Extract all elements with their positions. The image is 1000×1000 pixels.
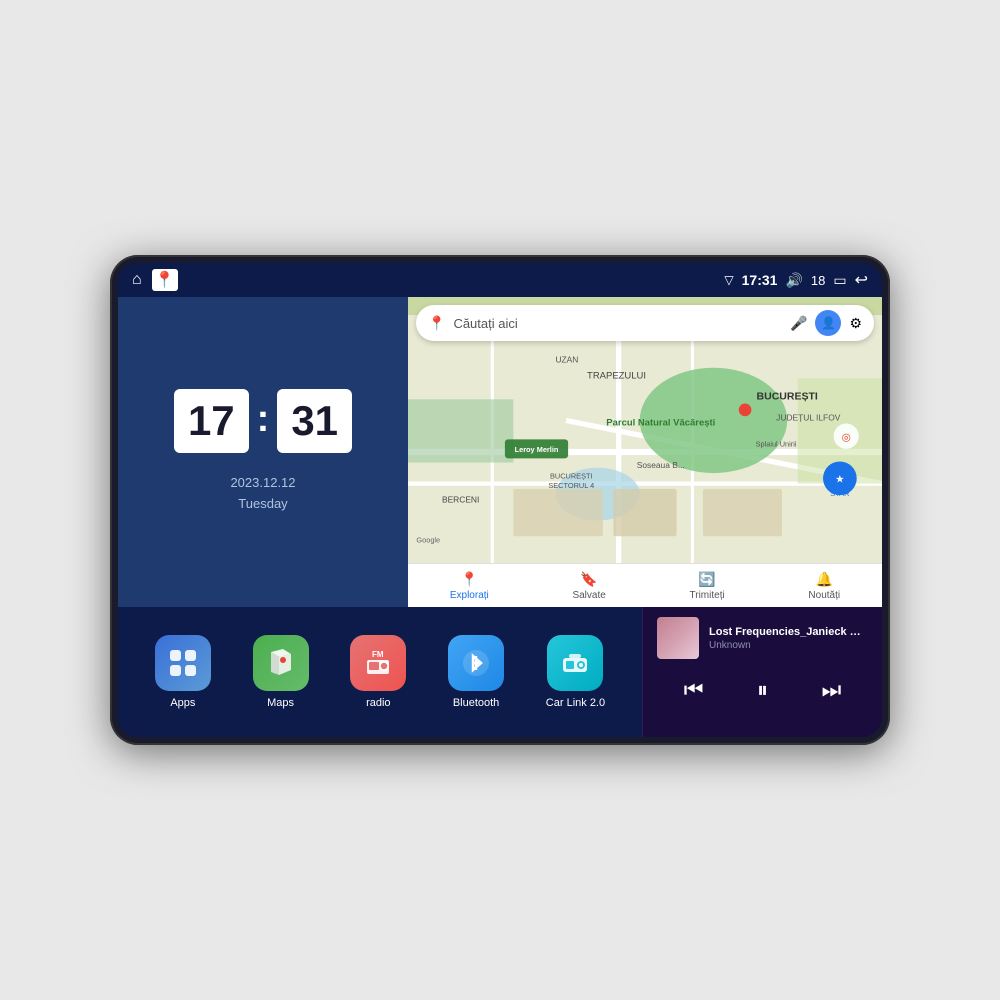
map-mic-icon[interactable]: 🎤 [790, 315, 807, 332]
svg-text:JUDEȚUL ILFOV: JUDEȚUL ILFOV [776, 412, 841, 422]
status-time: 17:31 [742, 272, 778, 288]
clock-colon: : [257, 398, 270, 441]
map-panel[interactable]: Parcul Natural Văcărești BUCUREȘTI JUDEȚ… [408, 297, 882, 607]
map-nav-noutati[interactable]: 🔔 Noutăți [808, 571, 840, 601]
day-value: Tuesday [230, 494, 295, 515]
apps-area: Apps Maps [118, 607, 642, 737]
svg-text:STAR: STAR [830, 489, 849, 498]
main-content: 17 : 31 2023.12.12 Tuesday [118, 297, 882, 737]
bottom-section: Apps Maps [118, 607, 882, 737]
svg-text:Parcul Natural Văcărești: Parcul Natural Văcărești [606, 418, 715, 429]
map-saved-icon: 🔖 [580, 571, 597, 588]
map-bottom-bar: 📍 Explorați 🔖 Salvate 🔄 Trimiteți � [408, 563, 882, 607]
music-info: Lost Frequencies_Janieck Devy-... Unknow… [657, 617, 868, 659]
next-button[interactable]: ⏭ [811, 673, 851, 707]
apps-label: Apps [170, 697, 195, 709]
radio-label: radio [366, 697, 390, 709]
map-share-icon: 🔄 [698, 571, 715, 588]
clock-panel: 17 : 31 2023.12.12 Tuesday [118, 297, 408, 607]
svg-text:★: ★ [835, 474, 845, 486]
svg-text:Soseaua B...: Soseaua B... [637, 460, 685, 470]
svg-text:BERCENI: BERCENI [442, 495, 479, 505]
svg-text:UZAN: UZAN [555, 354, 578, 364]
bluetooth-icon [448, 635, 504, 691]
svg-text:BUCUREȘTI: BUCUREȘTI [757, 390, 818, 402]
date-info: 2023.12.12 Tuesday [230, 473, 295, 515]
back-icon[interactable]: ↩ [855, 270, 868, 290]
volume-level: 18 [811, 273, 825, 288]
map-nav-salvate[interactable]: 🔖 Salvate [572, 571, 605, 601]
map-explore-icon: 📍 [461, 571, 478, 588]
app-item-apps[interactable]: Apps [155, 635, 211, 709]
volume-icon: 🔊 [785, 272, 802, 289]
maps-status-icon[interactable]: 📍 [152, 269, 178, 291]
play-pause-button[interactable]: ⏸ [747, 673, 778, 707]
music-player: Lost Frequencies_Janieck Devy-... Unknow… [642, 607, 882, 737]
car-head-unit: ⌂ 📍 ▽ 17:31 🔊 18 ▭ ↩ 17 : [110, 255, 890, 745]
svg-text:Splaiul Unirii: Splaiul Unirii [756, 440, 797, 449]
app-item-bluetooth[interactable]: Bluetooth [448, 635, 504, 709]
svg-text:BUCUREȘTI: BUCUREȘTI [550, 471, 593, 480]
maps-icon [253, 635, 309, 691]
svg-text:Google: Google [416, 536, 440, 545]
svg-text:FM: FM [372, 650, 384, 659]
music-title: Lost Frequencies_Janieck Devy-... [709, 626, 868, 638]
map-settings-icon[interactable]: ⚙ [849, 315, 862, 332]
bluetooth-label: Bluetooth [453, 697, 499, 709]
music-controls: ⏮ ⏸ ⏭ [657, 673, 868, 707]
svg-text:TRAPEZULUI: TRAPEZULUI [587, 370, 646, 381]
prev-button[interactable]: ⏮ [674, 673, 714, 707]
clock-minutes: 31 [277, 389, 352, 453]
status-bar: ⌂ 📍 ▽ 17:31 🔊 18 ▭ ↩ [118, 263, 882, 297]
apps-icon [155, 635, 211, 691]
map-nav-explorati[interactable]: 📍 Explorați [450, 571, 489, 601]
signal-icon: ▽ [724, 273, 733, 287]
maps-label: Maps [267, 697, 294, 709]
map-search-bar[interactable]: 📍 Căutați aici 🎤 👤 ⚙ [416, 305, 874, 341]
top-section: 17 : 31 2023.12.12 Tuesday [118, 297, 882, 607]
carlink-label: Car Link 2.0 [546, 697, 605, 709]
battery-icon: ▭ [833, 272, 846, 289]
map-nav-trimiteti[interactable]: 🔄 Trimiteți [690, 571, 725, 601]
clock-hours: 17 [174, 389, 249, 453]
status-right: ▽ 17:31 🔊 18 ▭ ↩ [724, 270, 868, 290]
home-icon[interactable]: ⌂ [132, 271, 142, 289]
svg-text:◎: ◎ [842, 431, 851, 443]
clock-display: 17 : 31 [174, 389, 352, 453]
music-thumbnail [657, 617, 699, 659]
app-item-carlink[interactable]: Car Link 2.0 [546, 635, 605, 709]
radio-icon: FM [350, 635, 406, 691]
app-item-maps[interactable]: Maps [253, 635, 309, 709]
svg-text:SECTORUL 4: SECTORUL 4 [548, 481, 594, 490]
svg-text:Leroy Merlin: Leroy Merlin [515, 445, 559, 454]
app-item-radio[interactable]: FM radio [350, 635, 406, 709]
music-artist: Unknown [709, 640, 868, 651]
map-search-text: Căutați aici [453, 316, 782, 331]
carlink-icon [547, 635, 603, 691]
map-pin-icon: 📍 [428, 315, 445, 332]
map-news-icon: 🔔 [816, 571, 833, 588]
status-left: ⌂ 📍 [132, 269, 178, 291]
date-value: 2023.12.12 [230, 473, 295, 494]
device-screen: ⌂ 📍 ▽ 17:31 🔊 18 ▭ ↩ 17 : [118, 263, 882, 737]
map-avatar[interactable]: 👤 [815, 310, 841, 336]
music-text: Lost Frequencies_Janieck Devy-... Unknow… [709, 626, 868, 651]
